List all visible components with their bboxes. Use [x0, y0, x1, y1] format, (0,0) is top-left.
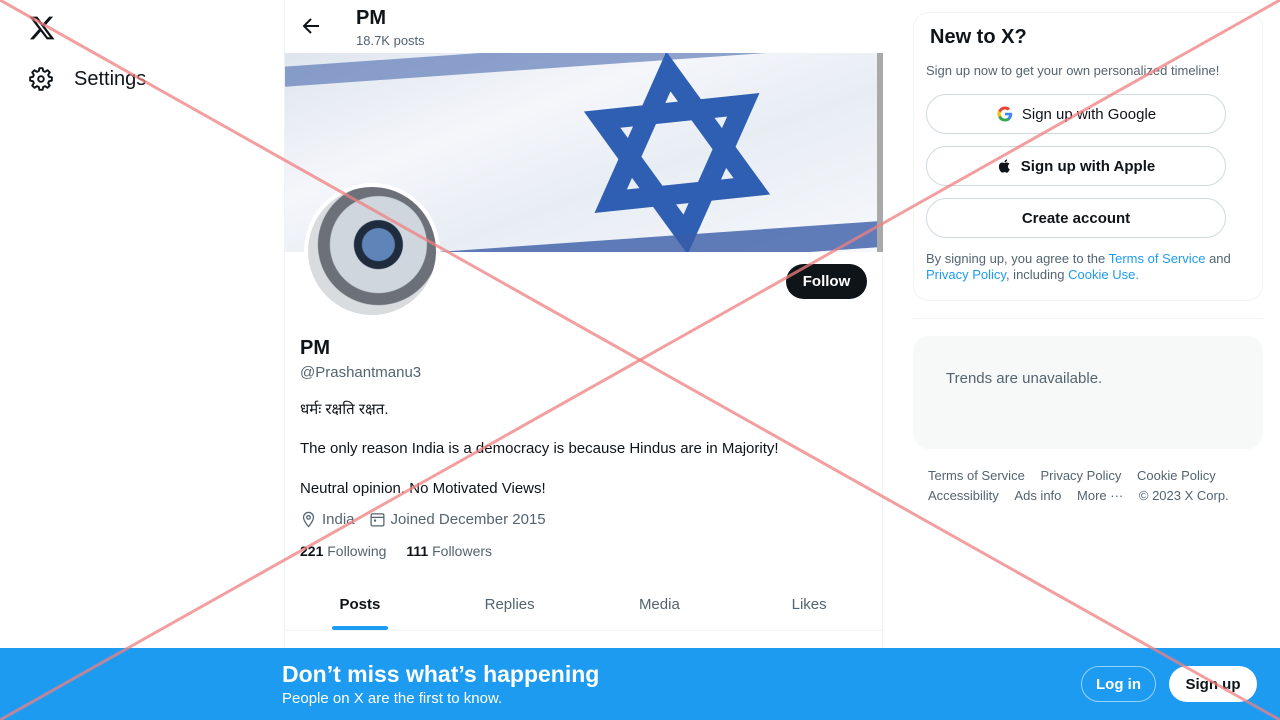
apple-signup-button[interactable]: Sign up with Apple: [926, 146, 1226, 186]
profile-column: PM 18.7K posts Follow PM @Prashantmanu3 …: [284, 0, 884, 720]
profile-name: PM: [300, 337, 330, 359]
apple-icon: [998, 159, 1010, 173]
bio-line-1: धर्मः रक्षति रक्षत.: [300, 401, 389, 418]
location-text: India: [322, 511, 355, 528]
bio-line-3: Neutral opinion. No Motivated Views!: [300, 480, 546, 497]
create-account-button[interactable]: Create account: [926, 198, 1226, 238]
profile-location: India: [300, 511, 355, 528]
footer-link-ads[interactable]: Ads info: [1014, 486, 1061, 506]
back-arrow-icon[interactable]: [299, 14, 323, 38]
nav-settings[interactable]: Settings: [28, 66, 146, 92]
followers-link[interactable]: 111 Followers: [406, 543, 492, 559]
right-column-divider: [913, 318, 1263, 319]
profile-meta: India Joined December 2015: [300, 511, 546, 528]
tab-likes-label: Likes: [791, 595, 827, 613]
terms-and: and: [1209, 251, 1231, 266]
nav-settings-label: Settings: [74, 67, 147, 90]
profile-handle: @Prashantmanu3: [300, 364, 422, 381]
banner-scrollbar[interactable]: [877, 53, 883, 252]
tab-media[interactable]: Media: [585, 578, 735, 630]
signup-button[interactable]: Sign up: [1169, 666, 1257, 702]
followers-label: Followers: [432, 543, 493, 559]
tab-likes[interactable]: Likes: [734, 578, 884, 630]
trends-panel: Trends are unavailable.: [913, 336, 1263, 449]
footer-link-cookie[interactable]: Cookie Policy: [1137, 466, 1216, 486]
google-icon: [997, 106, 1013, 122]
x-logo-icon[interactable]: [27, 14, 57, 42]
apple-signup-label: Sign up with Apple: [1020, 157, 1156, 175]
signup-terms: By signing up, you agree to the Terms of…: [926, 251, 1246, 283]
profile-tabs: Posts Replies Media Likes: [285, 578, 884, 631]
header-posts-count: 18.7K posts: [356, 33, 425, 48]
trends-unavailable-text: Trends are unavailable.: [946, 370, 1103, 387]
following-label: Following: [327, 543, 387, 559]
bio-line-2: The only reason India is a democracy is …: [300, 440, 779, 457]
tab-replies-label: Replies: [484, 595, 535, 613]
signup-title: New to X?: [930, 26, 1027, 48]
signup-card: New to X? Sign up now to get your own pe…: [913, 12, 1263, 301]
create-account-label: Create account: [1021, 209, 1131, 227]
followers-count: 111: [406, 543, 429, 559]
profile-header-bar: PM 18.7K posts: [285, 0, 884, 53]
follow-counts: 221 Following 111 Followers: [300, 543, 492, 559]
google-signup-label: Sign up with Google: [1021, 105, 1157, 123]
tab-posts-label: Posts: [339, 595, 381, 613]
cookie-use-link[interactable]: Cookie Use.: [1068, 267, 1139, 282]
bottom-signup-bar: Don’t miss what’s happening People on X …: [0, 648, 1280, 720]
login-button[interactable]: Log in: [1081, 666, 1156, 702]
google-signup-button[interactable]: Sign up with Google: [926, 94, 1226, 134]
joined-text: Joined December 2015: [390, 511, 546, 528]
following-count: 221: [300, 543, 324, 559]
profile-joined: Joined December 2015: [369, 511, 546, 528]
footer-link-terms[interactable]: Terms of Service: [928, 466, 1025, 486]
header-name: PM: [356, 7, 386, 29]
footer-links: Terms of Service Privacy Policy Cookie P…: [928, 466, 1258, 506]
bottom-bar-headline: Don’t miss what’s happening: [282, 661, 600, 687]
follow-button[interactable]: Follow: [786, 264, 867, 299]
left-nav: Settings: [0, 0, 284, 720]
bottom-bar-subline: People on X are the first to know.: [282, 690, 503, 707]
location-pin-icon: [302, 511, 315, 528]
following-link[interactable]: 221 Following: [300, 543, 386, 559]
tab-active-indicator: [331, 626, 388, 630]
avatar[interactable]: [304, 183, 440, 319]
tab-posts[interactable]: Posts: [285, 578, 435, 630]
footer-copyright: © 2023 X Corp.: [1138, 488, 1229, 503]
footer-link-accessibility[interactable]: Accessibility: [928, 486, 999, 506]
footer-link-more[interactable]: More ···: [1077, 486, 1123, 506]
tab-replies[interactable]: Replies: [435, 578, 585, 630]
terms-prefix: By signing up, you agree to the: [926, 251, 1106, 266]
tab-media-label: Media: [638, 595, 680, 613]
gear-icon: [29, 67, 53, 91]
terms-of-service-link[interactable]: Terms of Service: [1109, 251, 1206, 266]
privacy-policy-link[interactable]: Privacy Policy: [926, 267, 1006, 282]
calendar-icon: [370, 513, 385, 527]
signup-subtitle: Sign up now to get your own personalized…: [926, 63, 1220, 78]
footer-link-privacy[interactable]: Privacy Policy: [1040, 466, 1121, 486]
terms-including: , including: [1005, 267, 1065, 282]
